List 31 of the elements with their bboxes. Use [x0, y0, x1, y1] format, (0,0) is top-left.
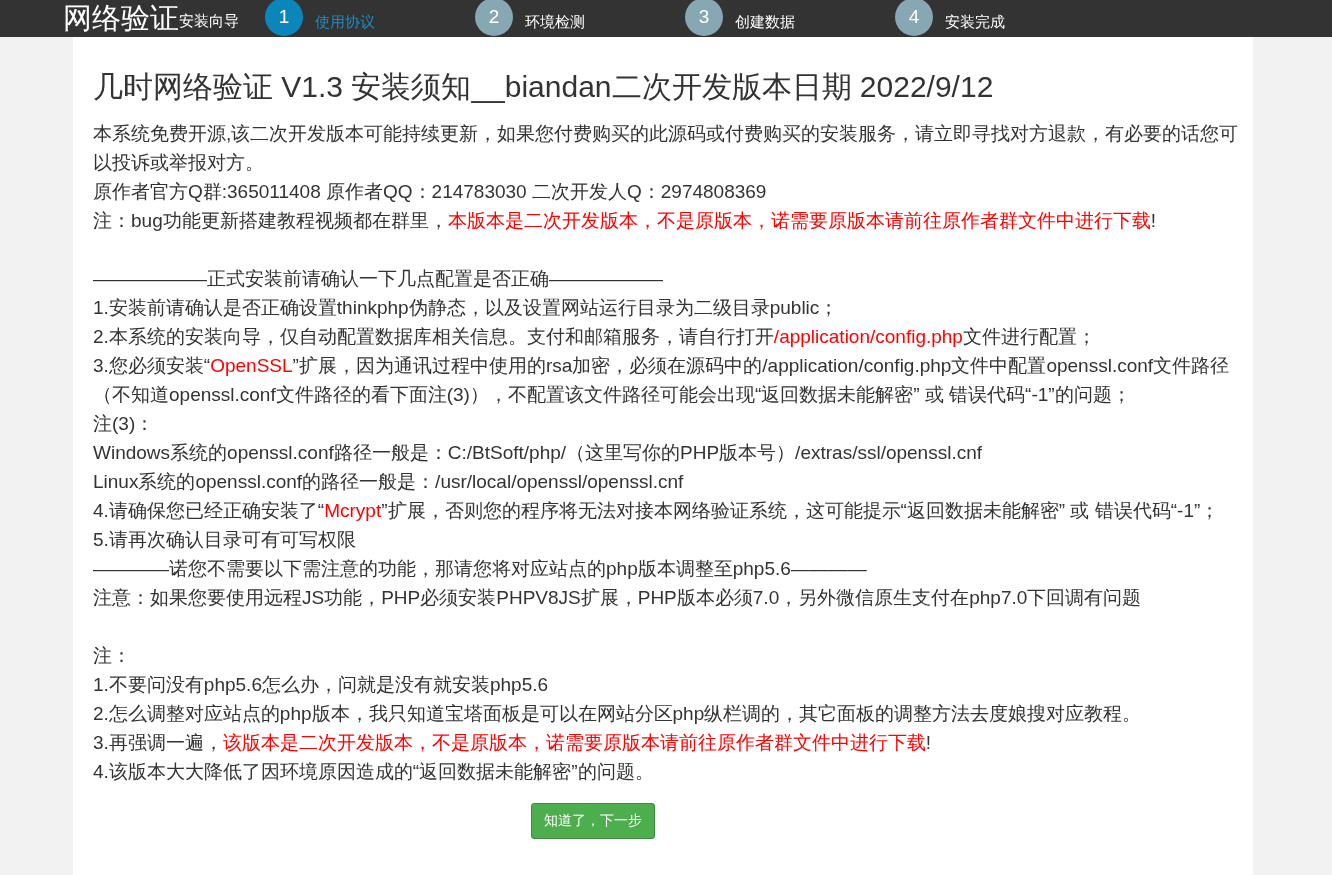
step-label: 使用协议 [315, 13, 375, 32]
notice-text: 3.您必须安装“OpenSSL”扩展，因为通讯过程中使用的rsa加密，必须在源码中的/application/config.php文件中配置openssl.conf文件路径（不知道openssl.conf文件路径的看下面注(3)），不配置该文件路径可能会出现“返回数据未能解密” 或 错误代码“-1”的问题； [93, 354, 1231, 407]
notice-text: 4.该版本大大降低了因环境原因造成的“返回数据未能解密”的问题。 [93, 760, 655, 784]
step-label: 安装完成 [945, 13, 1005, 32]
notice-text: 原作者官方Q群:365011408 原作者QQ：214783030 二次开发人Q：2974808369 [93, 180, 768, 204]
notice-text: 注：bug功能更新搭建教程视频都在群里，本版本是二次开发版本，不是原版本，诺需要原版本请前往原作者群文件中进行下载! [93, 209, 1157, 233]
step-label: 环境检测 [525, 13, 585, 32]
notice-text: 2.怎么调整对应站点的php版本，我只知道宝塔面板是可以在网站分区php纵栏调的，其它面板的调整方法去度娘搜对应教程。 [93, 702, 1143, 726]
notice-text: 注： [93, 644, 132, 668]
notice-text: 1.安装前请确认是否正确设置thinkphp伪静态，以及设置网站运行目录为二级目录public； [93, 296, 840, 320]
notice-text: ————诺您不需要以下需注意的功能，那请您将对应站点的php版本调整至php5.6———— [93, 557, 868, 581]
step-number: 3 [685, 0, 723, 36]
subtitle: 安装向导 [179, 12, 239, 29]
logo-text: 网络验证 [63, 1, 179, 36]
notice-text: 3.再强调一遍，该版本是二次开发版本，不是原版本，诺需要原版本请前往原作者群文件中进行下载! [93, 731, 933, 755]
step-number: 4 [895, 0, 933, 36]
step-label: 创建数据 [735, 13, 795, 32]
notice-text: Linux系统的openssl.conf的路径一般是：/usr/local/openssl/openssl.cnf [93, 470, 685, 494]
notice-text: 1.不要问没有php5.6怎么办，问就是没有就安装php5.6 [93, 673, 550, 697]
notice-text: 本系统免费开源,该二次开发版本可能持续更新，如果您付费购买的此源码或付费购买的安装服务，请立即寻找对方退款，有必要的话您可以投诉或举报对方。 [93, 122, 1240, 175]
notice-text: 注(3)： [93, 412, 156, 436]
notice-text: 5.请再次确认目录可有可写权限 [93, 528, 357, 552]
page-title: 几时网络验证 V1.3 安装须知__biandan二次开发版本日期 2022/9/12 [93, 69, 995, 105]
next-button[interactable]: 知道了，下一步 [531, 803, 655, 839]
notice-text: ——————正式安装前请确认一下几点配置是否正确—————— [93, 267, 664, 291]
step-number: 2 [475, 0, 513, 36]
notice-text: Windows系统的openssl.conf路径一般是：C:/BtSoft/php/（这里写你的PHP版本号）/extras/ssl/openssl.cnf [93, 441, 984, 465]
notice-text: 2.本系统的安装向导，仅自动配置数据库相关信息。支付和邮箱服务，请自行打开/application/config.php文件进行配置； [93, 325, 1097, 349]
notice-text: 注意：如果您要使用远程JS功能，PHP必须安装PHPV8JS扩展，PHP版本必须7.0，另外微信原生支付在php7.0下回调有问题 [93, 586, 1143, 610]
step-number: 1 [265, 0, 303, 36]
notice-text: 4.请确保您已经正确安装了“Mcrypt”扩展，否则您的程序将无法对接本网络验证系统，这可能提示“返回数据未能解密” 或 错误代码“-1”； [93, 499, 1221, 523]
